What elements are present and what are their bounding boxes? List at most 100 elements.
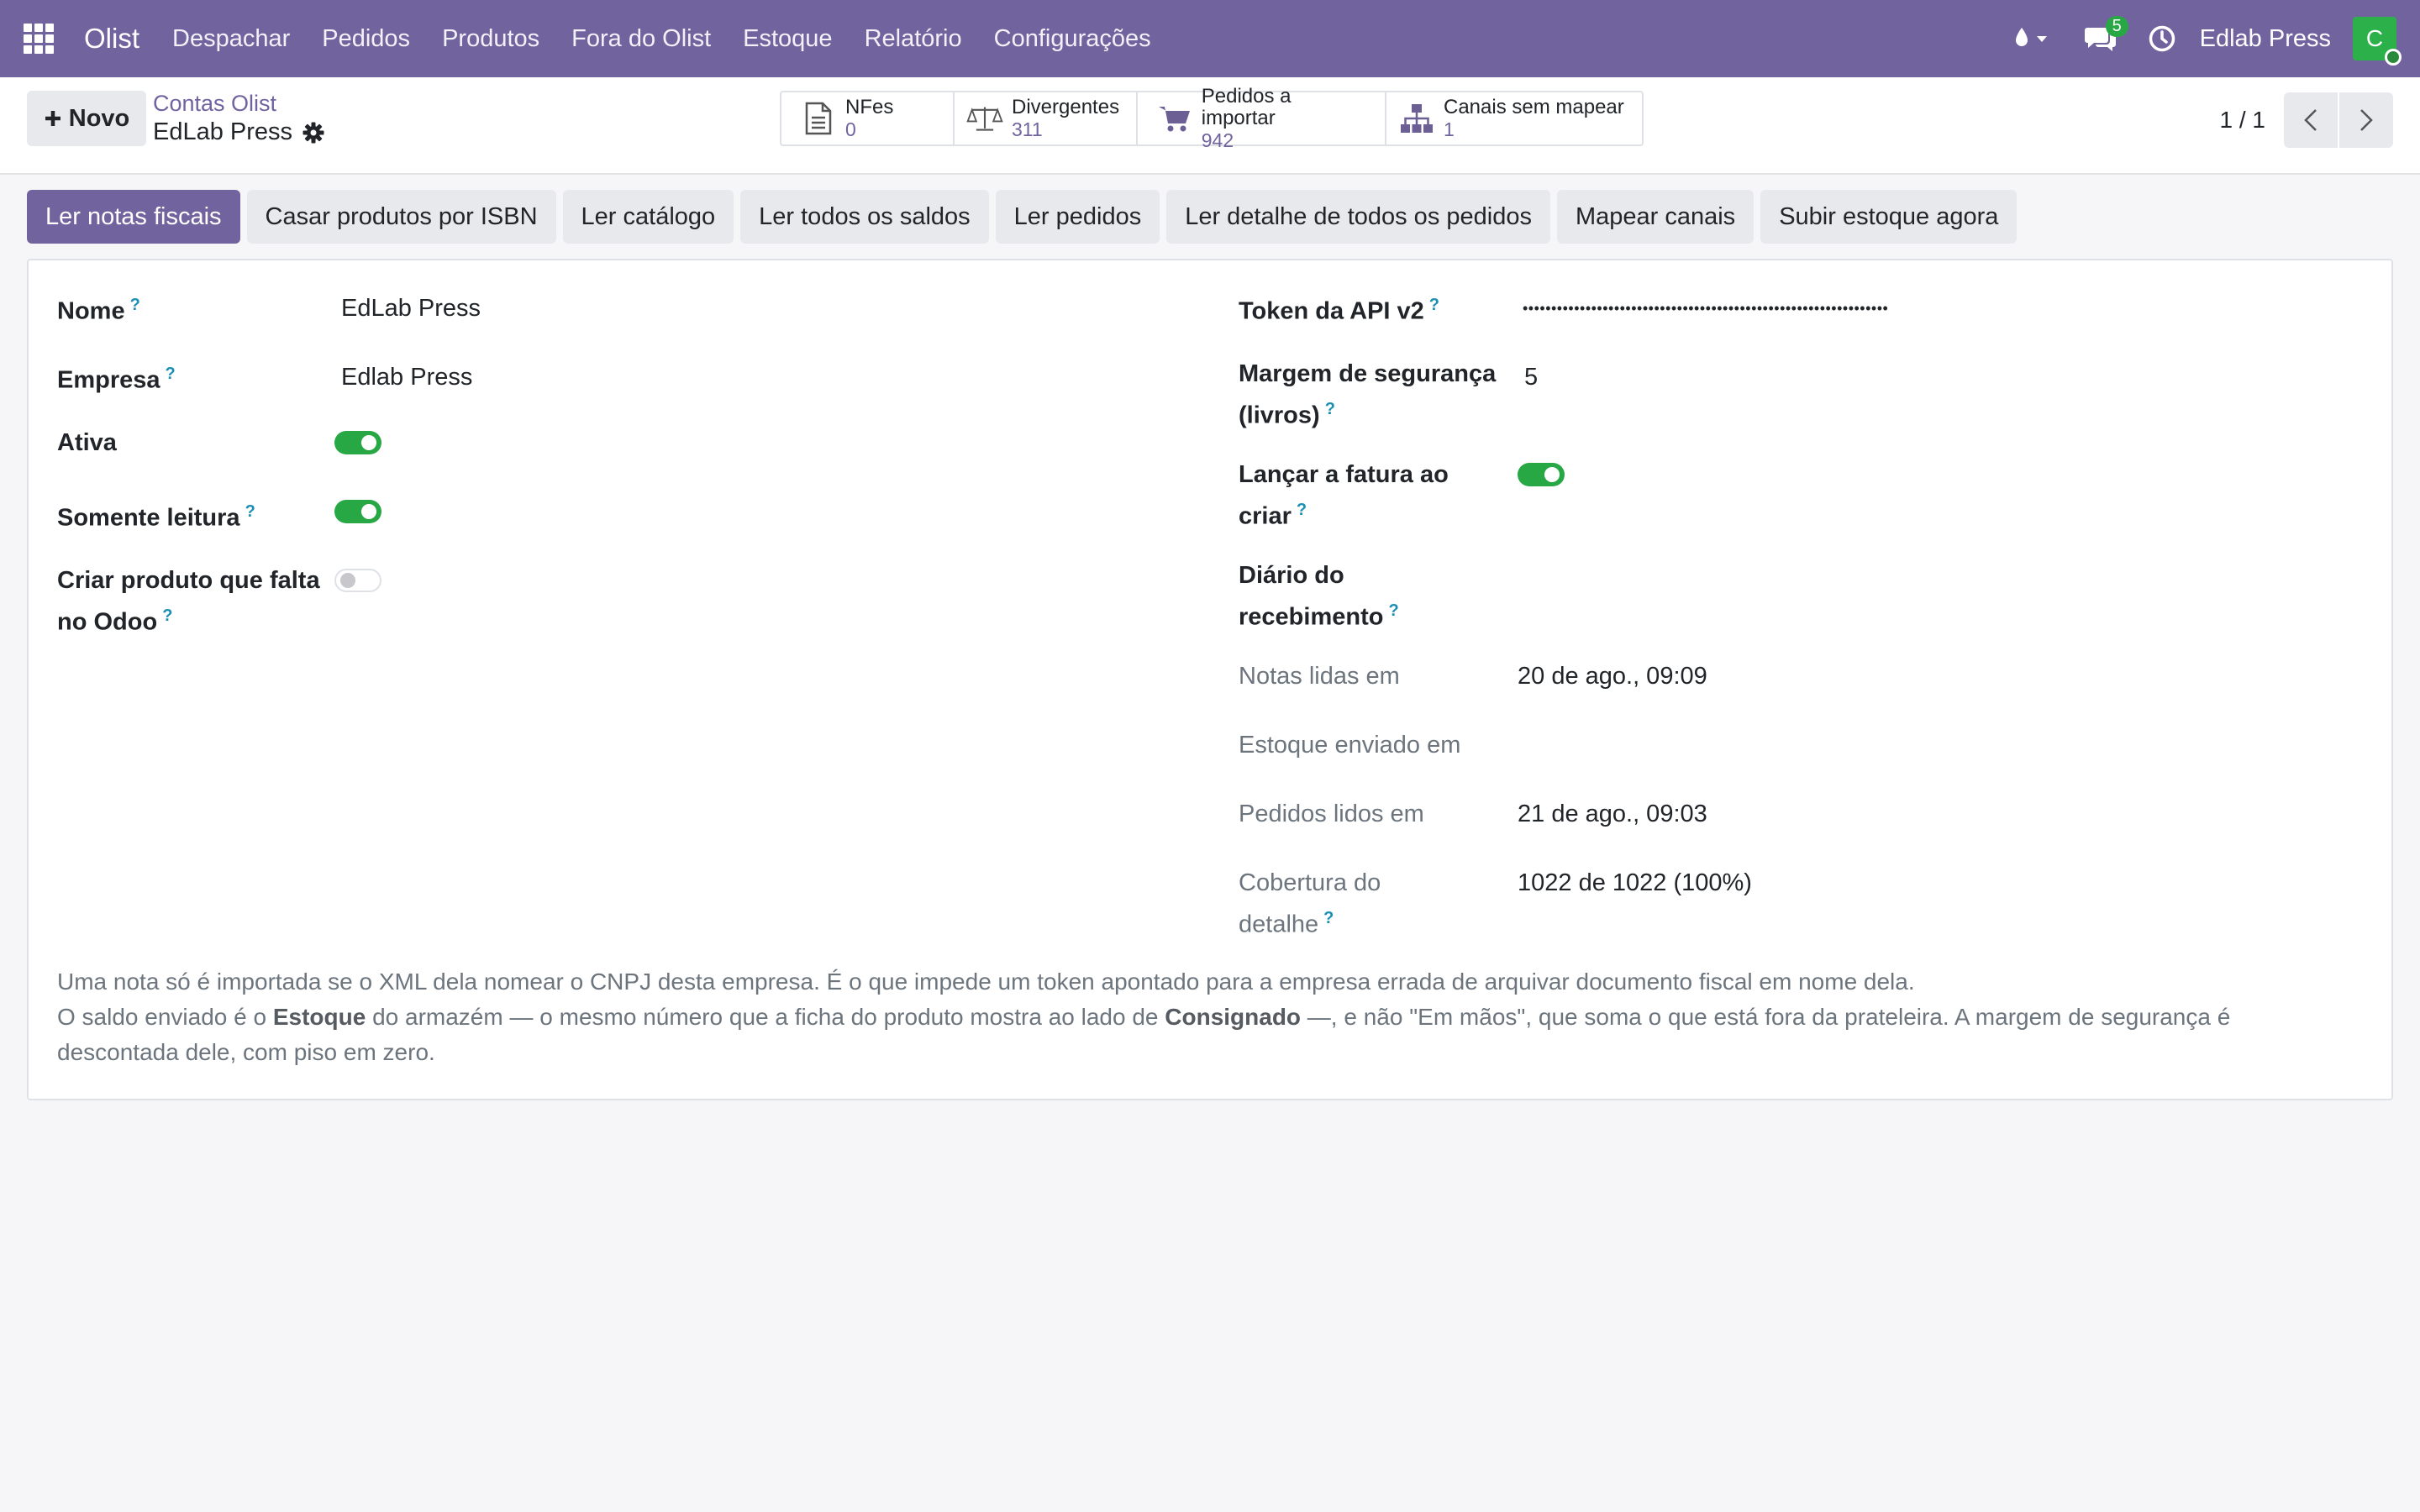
ler-pedidos-button[interactable]: Ler pedidos xyxy=(995,190,1160,244)
chevron-right-icon xyxy=(2360,109,2373,131)
nome-help-icon[interactable]: ? xyxy=(130,296,140,314)
nome-label: Nome? xyxy=(57,287,140,329)
smart-buttons: NFes 0 Divergentes 311 Pedidos a importa… xyxy=(780,86,1644,151)
debug-droplet-icon[interactable] xyxy=(2013,26,2050,51)
pager-previous-button[interactable] xyxy=(2284,92,2338,148)
empresa-label-text: Empresa xyxy=(57,366,160,394)
lancar-fatura-help-icon[interactable]: ? xyxy=(1297,501,1307,519)
breadcrumb-parent-link[interactable]: Contas Olist xyxy=(153,91,324,117)
file-icon xyxy=(800,102,837,135)
stat-canais-label: Canais sem mapear xyxy=(1444,96,1624,118)
record-pager: 1 / 1 xyxy=(2220,92,2393,148)
company-switcher[interactable]: Edlab Press xyxy=(2200,25,2331,53)
note-saldo-estoque: Estoque xyxy=(272,1004,366,1030)
somente-leitura-toggle[interactable] xyxy=(334,500,381,523)
token-help-icon[interactable]: ? xyxy=(1429,296,1439,314)
stat-nfes-value: 0 xyxy=(845,118,856,140)
top-navbar: Olist Despachar Pedidos Produtos Fora do… xyxy=(0,0,2420,77)
diario-label-line2: recebimento xyxy=(1239,603,1384,631)
cobertura-label: Cobertura do detalhe? xyxy=(1239,865,1381,942)
menu-configuracoes[interactable]: Configurações xyxy=(978,25,1167,53)
stat-pedidos-value: 942 xyxy=(1201,129,1234,151)
stat-canais-button[interactable]: Canais sem mapear 1 xyxy=(1386,92,1642,144)
pedidos-lidos-value: 21 de ago., 09:03 xyxy=(1518,801,1707,827)
breadcrumb-current: EdLab Press xyxy=(153,118,293,145)
criar-produto-toggle[interactable] xyxy=(334,569,381,592)
mapear-canais-button[interactable]: Mapear canais xyxy=(1556,190,1754,244)
stat-canais-value: 1 xyxy=(1444,118,1455,140)
empresa-field[interactable]: Edlab Press xyxy=(341,360,472,395)
control-panel: Novo Contas Olist EdLab Press NFes 0 Div… xyxy=(0,77,2420,175)
margem-help-icon[interactable]: ? xyxy=(1325,400,1335,418)
note-saldo-part3: —, e não "Em mãos", que soma o que está … xyxy=(1301,1004,2231,1030)
note-saldo: O saldo enviado é o Estoque do armazém —… xyxy=(57,1000,2376,1035)
subir-estoque-button[interactable]: Subir estoque agora xyxy=(1760,190,2018,244)
stat-pedidos-button[interactable]: Pedidos a importar 942 xyxy=(1138,86,1386,151)
ler-catalogo-button[interactable]: Ler catálogo xyxy=(562,190,734,244)
menu-produtos[interactable]: Produtos xyxy=(426,25,555,53)
ativa-toggle[interactable] xyxy=(334,431,381,454)
pager-value[interactable]: 1 / 1 xyxy=(2220,107,2265,134)
plus-icon xyxy=(45,111,60,126)
criar-produto-label-line2: no Odoo xyxy=(57,608,158,636)
note-saldo-part1: O saldo enviado é o xyxy=(57,1004,273,1030)
token-label: Token da API v2? xyxy=(1239,287,1439,329)
gear-icon[interactable] xyxy=(302,122,324,144)
new-button[interactable]: Novo xyxy=(27,91,146,146)
cobertura-label-line1: Cobertura do xyxy=(1239,869,1381,896)
ativa-label: Ativa xyxy=(57,429,117,456)
nome-label-text: Nome xyxy=(57,297,125,325)
note-saldo-part2: do armazém — o mesmo número que a ficha … xyxy=(366,1004,1165,1030)
cobertura-label-line2: detalhe xyxy=(1239,911,1319,938)
nome-field[interactable]: EdLab Press xyxy=(341,291,481,326)
note-saldo-consignado: Consignado xyxy=(1165,1004,1302,1030)
note-cnpj: Uma nota só é importada se o XML dela no… xyxy=(57,969,1915,995)
action-buttons-bar: Ler notas fiscais Casar produtos por ISB… xyxy=(27,190,2023,244)
criar-produto-label: Criar produto que falta no Odoo? xyxy=(57,563,320,640)
diario-field[interactable] xyxy=(1518,561,2022,596)
token-field[interactable]: ••••••••••••••••••••••••••••••••••••••••… xyxy=(1523,291,1888,326)
ler-notas-fiscais-button[interactable]: Ler notas fiscais xyxy=(27,190,240,244)
diario-help-icon[interactable]: ? xyxy=(1388,601,1398,620)
estoque-enviado-label: Estoque enviado em xyxy=(1239,732,1461,759)
ler-todos-saldos-button[interactable]: Ler todos os saldos xyxy=(740,190,989,244)
messages-icon[interactable]: 5 xyxy=(2084,16,2128,53)
app-brand[interactable]: Olist xyxy=(84,23,139,55)
diario-label: Diário do recebimento? xyxy=(1239,558,1399,635)
pager-next-button[interactable] xyxy=(2339,92,2393,148)
margem-label-line2: (livros) xyxy=(1239,402,1320,429)
ler-detalhe-pedidos-button[interactable]: Ler detalhe de todos os pedidos xyxy=(1166,190,1550,244)
stat-nfes-button[interactable]: NFes 0 xyxy=(781,92,955,144)
menu-despachar[interactable]: Despachar xyxy=(156,25,306,53)
lancar-fatura-toggle[interactable] xyxy=(1518,463,1565,486)
cobertura-value: 1022 de 1022 (100%) xyxy=(1518,869,1752,896)
empresa-help-icon[interactable]: ? xyxy=(166,365,176,383)
empresa-label: Empresa? xyxy=(57,356,176,398)
somente-leitura-label: Somente leitura? xyxy=(57,494,255,536)
new-button-label: Novo xyxy=(68,104,130,132)
stat-divergentes-button[interactable]: Divergentes 311 xyxy=(955,92,1138,144)
stat-divergentes-value: 311 xyxy=(1012,118,1043,140)
margem-field[interactable]: 5 xyxy=(1524,360,1538,395)
menu-estoque[interactable]: Estoque xyxy=(727,25,848,53)
menu-pedidos[interactable]: Pedidos xyxy=(306,25,426,53)
lancar-fatura-label: Lançar a fatura ao criar? xyxy=(1239,457,1449,534)
user-avatar[interactable]: C xyxy=(2353,17,2402,66)
menu-fora-do-olist[interactable]: Fora do Olist xyxy=(555,25,727,53)
criar-produto-help-icon[interactable]: ? xyxy=(162,606,172,625)
activity-clock-icon[interactable] xyxy=(2148,24,2176,53)
lancar-fatura-label-line2: criar xyxy=(1239,502,1292,530)
somente-leitura-label-text: Somente leitura xyxy=(57,504,240,532)
note-margem: descontada dele, com piso em zero. xyxy=(57,1039,435,1065)
stat-pedidos-label: Pedidos a importar xyxy=(1201,85,1292,129)
menu-relatorio[interactable]: Relatório xyxy=(849,25,978,53)
casar-produtos-isbn-button[interactable]: Casar produtos por ISBN xyxy=(246,190,556,244)
diario-label-line1: Diário do xyxy=(1239,562,1344,589)
scale-icon xyxy=(966,102,1003,135)
margem-label-line1: Margem de segurança xyxy=(1239,360,1497,387)
apps-grid-icon[interactable] xyxy=(24,24,54,54)
somente-leitura-help-icon[interactable]: ? xyxy=(245,502,255,521)
presence-status-dot xyxy=(2385,49,2402,66)
cobertura-help-icon[interactable]: ? xyxy=(1323,909,1334,927)
sitemap-icon xyxy=(1398,102,1435,134)
